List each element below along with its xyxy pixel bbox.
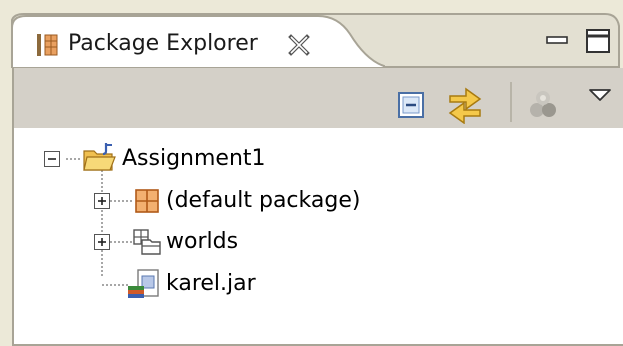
expand-toggle-icon[interactable] <box>94 234 110 250</box>
filter-icon[interactable] <box>528 86 558 122</box>
jar-icon <box>128 269 159 298</box>
package-explorer-icon <box>37 34 58 56</box>
view-tab-strip: Package Explorer <box>0 0 623 68</box>
package-tree: Assignment1 (default package) worlds kar… <box>12 128 623 346</box>
package-explorer-view: Package Explorer Assignment1 (default pa… <box>0 0 623 346</box>
folder-package-icon <box>133 229 161 255</box>
tab-package-explorer[interactable]: Package Explorer <box>24 21 354 67</box>
close-x-icon[interactable] <box>288 34 310 56</box>
expand-toggle-icon[interactable] <box>94 193 110 209</box>
tab-title: Package Explorer <box>68 31 258 56</box>
tree-node-project[interactable]: Assignment1 <box>14 142 414 178</box>
toolbar-separator <box>510 82 512 122</box>
collapse-toggle-icon[interactable] <box>44 151 60 167</box>
tree-node-default-package[interactable]: (default package) <box>14 184 434 220</box>
link-with-editor-icon[interactable] <box>444 84 486 124</box>
view-menu-chevron-icon[interactable] <box>588 88 612 102</box>
worlds-label: worlds <box>166 229 239 254</box>
tree-node-worlds[interactable]: worlds <box>14 225 314 261</box>
project-label: Assignment1 <box>122 146 266 171</box>
package-icon <box>135 189 159 213</box>
view-toolbar <box>12 68 623 128</box>
collapse-all-icon[interactable] <box>398 92 424 118</box>
karel-jar-label: karel.jar <box>166 271 256 296</box>
java-project-folder-icon <box>83 143 116 171</box>
tree-node-karel-jar[interactable]: karel.jar <box>14 267 314 303</box>
minimize-icon[interactable] <box>546 36 568 44</box>
default-package-label: (default package) <box>166 188 361 213</box>
maximize-icon[interactable] <box>585 28 611 54</box>
